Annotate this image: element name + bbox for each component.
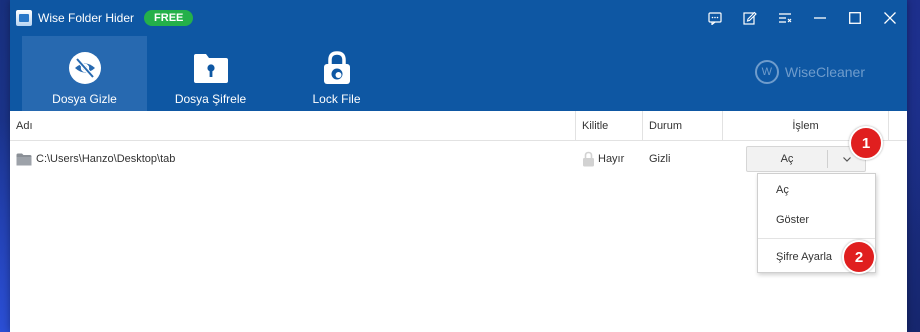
chevron-down-icon [842,156,851,162]
app-title: Wise Folder Hider [38,11,135,25]
tab-lock-file[interactable]: Lock File [274,36,399,111]
edit-icon[interactable] [732,0,767,36]
tab-label: Dosya Gizle [52,92,117,106]
step-marker-1: 1 [849,126,883,160]
tab-label: Lock File [312,92,361,106]
title-bar: Wise Folder Hider FREE [10,0,907,36]
window-controls [697,0,907,36]
padlock-icon [322,50,352,86]
cell-path: C:\Users\Hanzo\Desktop\tab [10,141,576,177]
menu-divider [758,238,875,239]
folder-lock-icon [193,50,229,86]
tab-hide-file[interactable]: Dosya Gizle [22,36,147,111]
tab-encrypt-file[interactable]: Dosya Şifrele [148,36,273,111]
open-split-button: Aç [746,146,866,172]
tab-label: Dosya Şifrele [174,92,247,106]
menu-icon[interactable] [767,0,802,36]
open-button[interactable]: Aç [747,153,827,165]
close-icon[interactable] [872,0,907,36]
table-row[interactable]: C:\Users\Hanzo\Desktop\tab Hayır Gizli A… [10,141,907,177]
cell-locked: Hayır [576,141,643,177]
cell-status: Gizli [643,141,723,177]
status-value: Gizli [649,153,671,165]
folder-path: C:\Users\Hanzo\Desktop\tab [36,153,176,165]
step-marker-2: 2 [842,240,876,274]
column-header-status[interactable]: Durum [643,111,723,141]
wisecleaner-logo-icon: W [754,60,779,84]
feedback-icon[interactable] [697,0,732,36]
locked-value: Hayır [598,153,625,165]
maximize-icon[interactable] [837,0,872,36]
eye-slash-icon [68,50,102,86]
column-header-lock[interactable]: Kilitle [576,111,643,141]
lock-icon [582,151,595,167]
folder-icon [16,153,32,166]
wisecleaner-logo[interactable]: W WiseCleaner [754,60,865,84]
menu-item-open[interactable]: Aç [758,175,875,205]
brand-name: WiseCleaner [784,64,865,80]
minimize-icon[interactable] [802,0,837,36]
table-header: Adı Kilitle Durum İşlem [10,111,907,141]
app-icon [16,10,32,26]
column-header-name[interactable]: Adı [10,111,576,141]
menu-item-show[interactable]: Göster [758,205,875,235]
main-toolbar: Dosya Gizle Dosya Şifrele Lock File W Wi… [10,36,907,111]
free-badge: FREE [144,10,194,26]
app-window: Wise Folder Hider FREE Dosya Gizle Dosya… [10,0,907,332]
